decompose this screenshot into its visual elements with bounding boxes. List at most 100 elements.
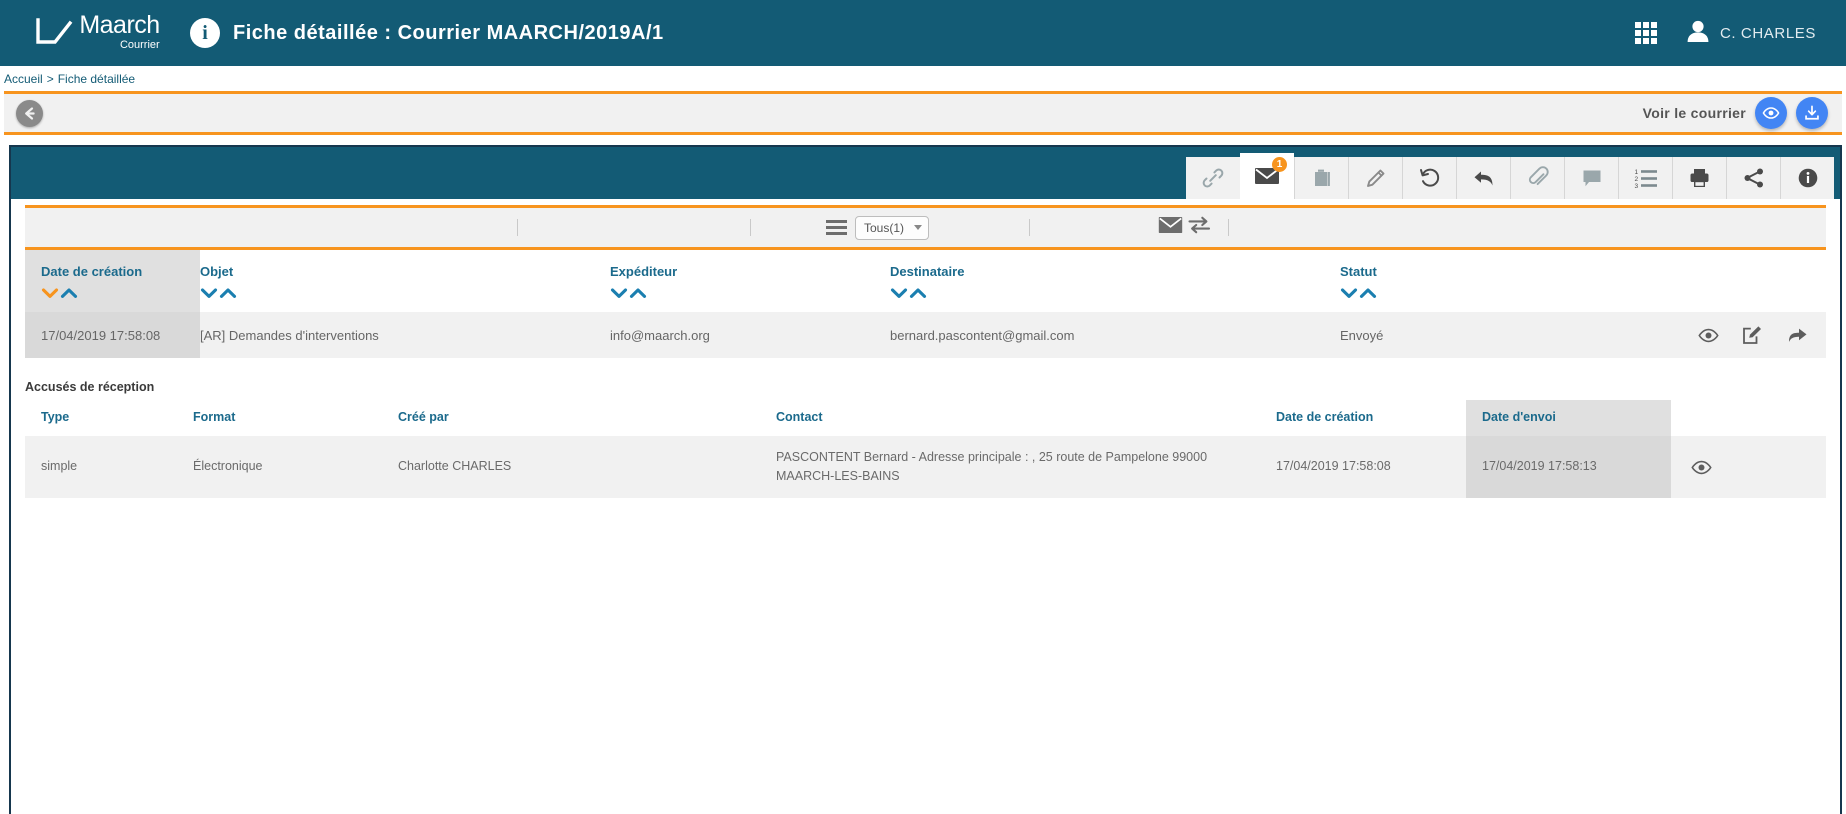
- col-label: Date de création: [41, 264, 143, 279]
- col-actions: [1671, 400, 1826, 436]
- scope-select[interactable]: Tous(1): [855, 215, 930, 240]
- svg-text:2: 2: [1634, 176, 1638, 183]
- tab-notes[interactable]: [1564, 157, 1618, 199]
- col-label: Objet: [200, 264, 234, 279]
- col-contact[interactable]: Contact: [776, 400, 1276, 436]
- tab-history[interactable]: [1402, 157, 1456, 199]
- col-date-creation[interactable]: Date de création: [25, 250, 200, 312]
- chevron-up-icon[interactable]: [219, 287, 237, 302]
- envelope-icon[interactable]: [1158, 216, 1183, 240]
- apps-grid-icon[interactable]: [1634, 22, 1657, 44]
- receipts-table-wrapper: Type Format Créé par Contact Date de cré…: [25, 400, 1826, 498]
- view-mail-actions: Voir le courrier: [1643, 97, 1842, 129]
- col-type[interactable]: Type: [25, 400, 193, 436]
- cell-contact: PASCONTENT Bernard - Adresse principale …: [776, 436, 1276, 498]
- comment-icon: [1581, 167, 1603, 189]
- col-objet[interactable]: Objet: [200, 250, 610, 312]
- cell-objet: [AR] Demandes d'interventions: [200, 312, 610, 358]
- forward-arrow-icon[interactable]: [1787, 326, 1808, 345]
- scope-select-value: Tous(1): [864, 220, 905, 235]
- exchange-arrows-icon[interactable]: [1187, 215, 1212, 240]
- app-logo[interactable]: Maarch Courrier: [0, 10, 175, 53]
- breadcrumb: Accueil > Fiche détaillée: [0, 66, 1846, 91]
- cell-format: Électronique: [193, 436, 398, 498]
- tab-bar: 1 1 2 3: [11, 147, 1840, 199]
- cell-row-actions: [1671, 436, 1826, 498]
- sort-controls[interactable]: [610, 287, 890, 302]
- pencil-icon: [1364, 166, 1388, 190]
- share-icon: [1743, 167, 1765, 189]
- eye-icon[interactable]: [1698, 328, 1719, 343]
- table-row[interactable]: 17/04/2019 17:58:08 [AR] Demandes d'inte…: [25, 312, 1826, 358]
- cell-date-creation: 17/04/2019 17:58:08: [25, 312, 200, 358]
- col-format[interactable]: Format: [193, 400, 398, 436]
- filter-divider-3: [1029, 219, 1031, 236]
- col-statut[interactable]: Statut: [1340, 250, 1570, 312]
- download-icon[interactable]: [1796, 97, 1828, 129]
- chevron-up-icon[interactable]: [909, 287, 927, 302]
- col-label: Destinataire: [890, 264, 965, 279]
- chevron-down-icon[interactable]: [1340, 287, 1358, 302]
- sort-controls[interactable]: [890, 287, 1340, 302]
- tab-info[interactable]: [1780, 157, 1834, 199]
- sort-controls[interactable]: [41, 287, 200, 302]
- tab-reply[interactable]: [1456, 157, 1510, 199]
- numbered-list-icon: 123: [1634, 167, 1658, 189]
- receipts-section-title: Accusés de réception: [25, 380, 155, 394]
- app-header: Maarch Courrier i Fiche détaillée : Cour…: [0, 0, 1846, 66]
- arrow-left-circle-icon[interactable]: [16, 99, 43, 127]
- chevron-down-icon[interactable]: [610, 287, 628, 302]
- mail-table: Date de création Objet Expéditeur Destin…: [25, 250, 1826, 358]
- chevron-down-icon[interactable]: [41, 287, 59, 302]
- tab-attachments[interactable]: [1510, 157, 1564, 199]
- breadcrumb-current[interactable]: Fiche détaillée: [58, 72, 135, 86]
- eye-icon[interactable]: [1691, 460, 1712, 475]
- chevron-up-icon[interactable]: [60, 287, 78, 302]
- chevron-up-icon[interactable]: [1359, 287, 1377, 302]
- receipts-table: Type Format Créé par Contact Date de cré…: [25, 400, 1826, 498]
- printer-icon: [1688, 167, 1711, 189]
- maarch-logo-icon: [35, 16, 75, 50]
- col-cree-par[interactable]: Créé par: [398, 400, 776, 436]
- mail-table-wrapper: Date de création Objet Expéditeur Destin…: [25, 250, 1826, 358]
- col-date-envoi[interactable]: Date d'envoi: [1466, 400, 1671, 436]
- tab-share[interactable]: [1726, 157, 1780, 199]
- logo-title: Maarch: [79, 10, 160, 39]
- user-name-label: C. CHARLES: [1719, 24, 1816, 42]
- chevron-down-icon[interactable]: [890, 287, 908, 302]
- view-mail-label: Voir le courrier: [1642, 105, 1746, 121]
- tab-edit[interactable]: [1348, 157, 1402, 199]
- svg-text:3: 3: [1634, 183, 1638, 189]
- action-bar: Voir le courrier: [4, 91, 1842, 135]
- tab-mail[interactable]: 1: [1240, 153, 1294, 199]
- cell-row-actions: [1570, 312, 1826, 358]
- chevron-down-icon: [914, 225, 923, 230]
- link-icon: [1201, 166, 1225, 190]
- col-date-creation[interactable]: Date de création: [1276, 400, 1466, 436]
- col-expediteur[interactable]: Expéditeur: [610, 250, 890, 312]
- breadcrumb-home[interactable]: Accueil: [4, 72, 43, 86]
- tab-archive[interactable]: [1294, 157, 1348, 199]
- logo-subtitle: Courrier: [119, 38, 160, 51]
- sort-controls[interactable]: [200, 287, 610, 302]
- receipts-table-header-row: Type Format Créé par Contact Date de cré…: [25, 400, 1826, 436]
- user-menu[interactable]: C. CHARLES: [1685, 19, 1816, 48]
- tab-print[interactable]: [1672, 157, 1726, 199]
- col-actions: [1570, 250, 1826, 312]
- chevron-up-icon[interactable]: [629, 287, 647, 302]
- edit-square-icon[interactable]: [1742, 325, 1763, 345]
- table-row[interactable]: simple Électronique Charlotte CHARLES PA…: [25, 436, 1826, 498]
- cell-statut: Envoyé: [1340, 312, 1570, 358]
- sort-controls[interactable]: [1340, 287, 1570, 302]
- col-destinataire[interactable]: Destinataire: [890, 250, 1340, 312]
- eye-icon[interactable]: [1755, 97, 1787, 129]
- main-panel: 1 1 2 3 Tous(1) Date de création Objet E…: [9, 145, 1842, 814]
- tab-list[interactable]: 123: [1618, 157, 1672, 199]
- filter-mail-toggle-group: [1158, 215, 1212, 240]
- cell-date-creation: 17/04/2019 17:58:08: [1276, 436, 1466, 498]
- filter-bar: Tous(1): [25, 205, 1826, 250]
- cell-type: simple: [25, 436, 193, 498]
- tab-links[interactable]: [1186, 157, 1240, 199]
- hamburger-icon[interactable]: [826, 220, 847, 235]
- chevron-down-icon[interactable]: [200, 287, 218, 302]
